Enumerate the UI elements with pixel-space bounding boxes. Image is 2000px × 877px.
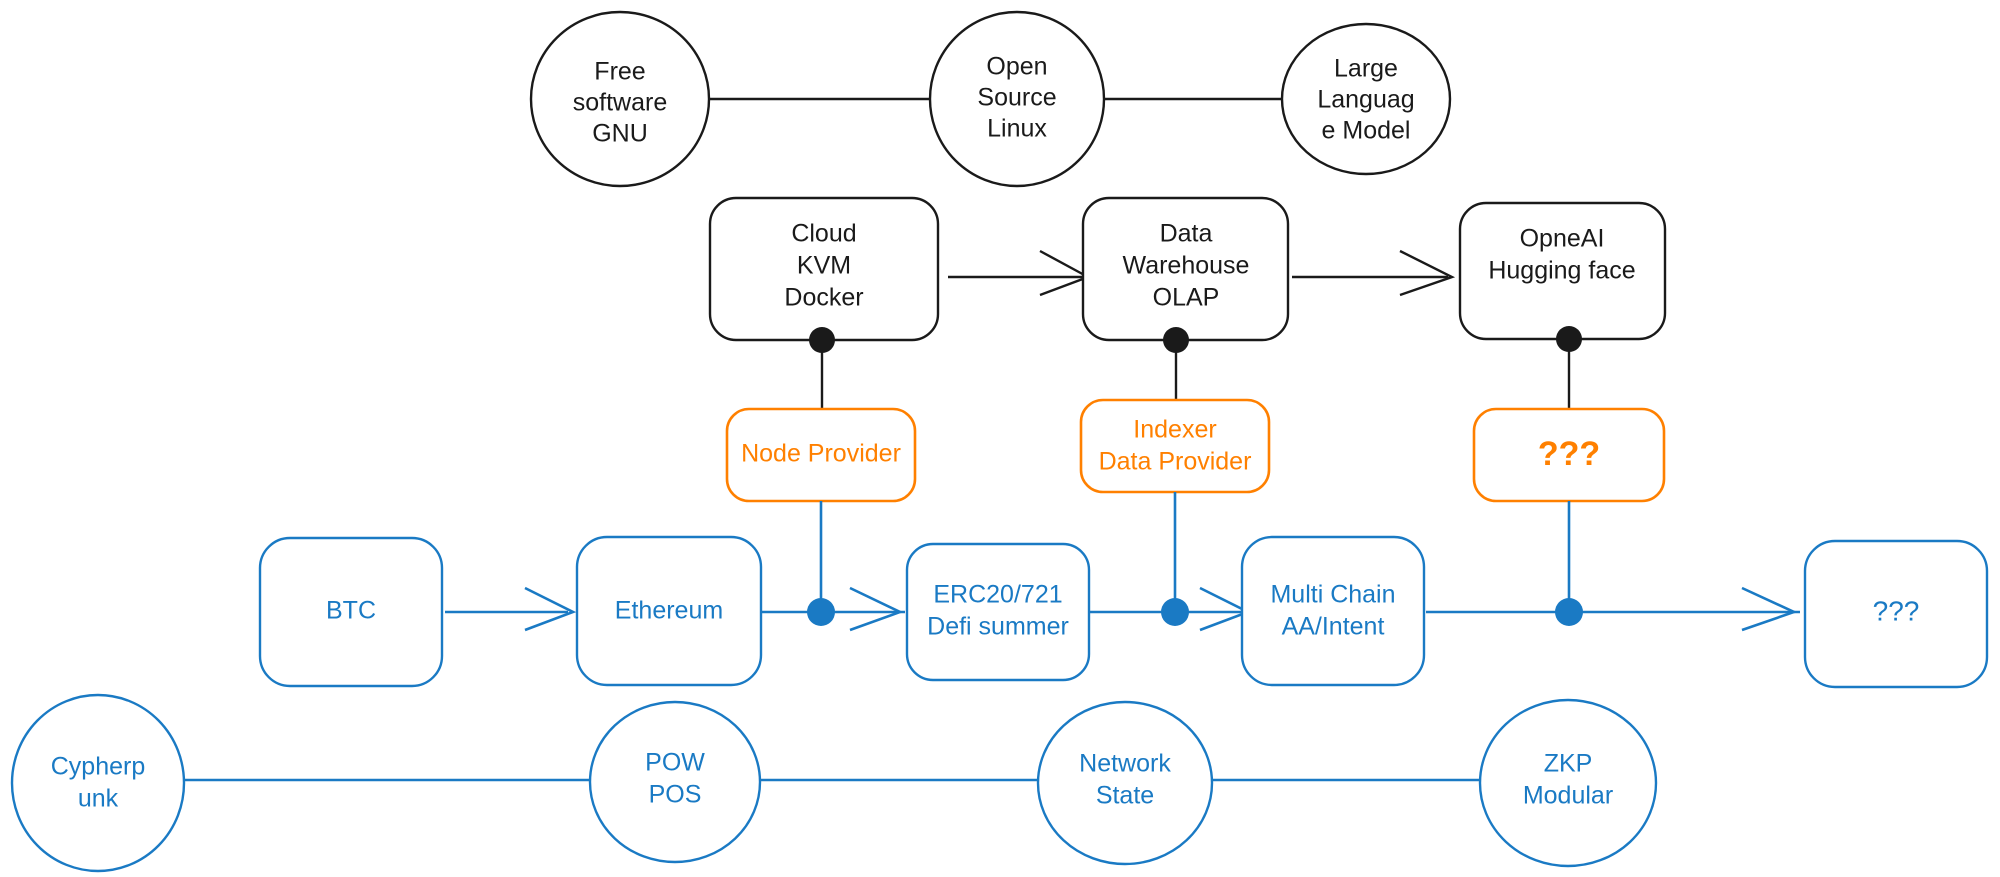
junction-dot (1161, 598, 1189, 626)
node-label-line: Cypherp (51, 753, 146, 781)
node-label-line: OLAP (1153, 284, 1220, 312)
node-network-state[interactable]: Network State (1036, 700, 1214, 866)
node-label-line: OpneAI (1520, 225, 1605, 253)
edge-opneai-to-provider-unknown (1556, 326, 1582, 410)
node-data-warehouse-olap[interactable]: Data Warehouse OLAP (1081, 196, 1290, 342)
edge-cloud-to-node-provider (809, 327, 835, 410)
node-label-line: Ethereum (615, 597, 723, 625)
node-indexer-data-provider[interactable]: Indexer Data Provider (1079, 398, 1271, 494)
junction-dot (1163, 327, 1189, 353)
node-label-line: ERC20/721 (933, 581, 1062, 609)
edge-btc-to-ethereum (445, 586, 577, 632)
junction-dot (1556, 326, 1582, 352)
node-free-software-gnu[interactable]: Free software GNU (529, 10, 711, 188)
node-cloud-kvm-docker[interactable]: Cloud KVM Docker (708, 196, 940, 342)
edge-cloud-to-data-warehouse (948, 249, 1091, 297)
node-label-line: unk (78, 785, 119, 813)
node-large-language-model[interactable]: Large Languag e Model (1280, 22, 1452, 176)
edge-multichain-to-chain-unknown (1426, 586, 1800, 632)
flow-diagram: Free software GNU Open Source Linux Larg… (10, 10, 1989, 873)
node-label-line: POW (645, 749, 705, 777)
node-opneai-hugging-face[interactable]: OpneAI Hugging face (1458, 201, 1667, 341)
node-multi-chain-aa-intent[interactable]: Multi Chain AA/Intent (1240, 535, 1426, 687)
diagram-canvas: Free software GNU Open Source Linux Larg… (0, 0, 2000, 877)
node-label-line: Source (977, 84, 1056, 112)
node-label-line: Data (1160, 220, 1213, 248)
node-label-line: software (573, 89, 667, 117)
node-label-line: ZKP (1544, 750, 1593, 778)
node-label-line: GNU (592, 120, 648, 148)
node-label-line: Large (1334, 55, 1398, 83)
edge-data-warehouse-to-opneai (1292, 249, 1456, 297)
node-label-line: KVM (797, 252, 851, 280)
node-label-line: Data Provider (1099, 448, 1252, 476)
node-provider-unknown[interactable]: ??? (1472, 407, 1666, 503)
junction-dot (1555, 598, 1583, 626)
node-ethereum[interactable]: Ethereum (575, 535, 763, 687)
node-label-line: Warehouse (1123, 252, 1250, 280)
node-label-line: Defi summer (927, 613, 1069, 641)
node-cypherpunk[interactable]: Cypherp unk (10, 693, 186, 873)
node-label-line: POS (649, 781, 702, 809)
edge-ethereum-to-erc20 (762, 586, 905, 632)
node-label-line: Open (986, 53, 1047, 81)
node-label-line: Indexer (1133, 416, 1216, 444)
node-pow-pos[interactable]: POW POS (588, 700, 762, 864)
node-node-provider[interactable]: Node Provider (725, 407, 917, 503)
node-label-line: Docker (784, 284, 863, 312)
node-label-line: Linux (987, 115, 1047, 143)
junction-dot (807, 598, 835, 626)
node-open-source-linux[interactable]: Open Source Linux (928, 10, 1106, 188)
node-chain-unknown[interactable]: ??? (1803, 539, 1989, 689)
node-label-line: Free (594, 58, 645, 86)
node-btc[interactable]: BTC (258, 536, 444, 688)
node-label-line: State (1096, 782, 1154, 810)
node-label-line: Hugging face (1488, 257, 1635, 285)
node-zkp-modular[interactable]: ZKP Modular (1478, 698, 1658, 868)
node-label-line: ??? (1538, 435, 1600, 473)
node-label-line: Modular (1523, 782, 1613, 810)
edge-data-warehouse-to-indexer (1163, 327, 1189, 400)
node-erc20-721-defi-summer[interactable]: ERC20/721 Defi summer (905, 542, 1091, 682)
node-label-line: Multi Chain (1270, 581, 1395, 609)
node-label-line: ??? (1873, 595, 1920, 626)
node-label-line: Node Provider (741, 440, 901, 468)
node-label-line: AA/Intent (1282, 613, 1385, 641)
node-label-line: BTC (326, 597, 376, 625)
junction-dot (809, 327, 835, 353)
node-label-line: Cloud (791, 220, 856, 248)
node-label-line: Network (1079, 750, 1171, 778)
edge-erc20-to-multichain (1090, 586, 1252, 632)
node-label-line: e Model (1322, 117, 1411, 145)
node-label-line: Languag (1317, 86, 1414, 114)
